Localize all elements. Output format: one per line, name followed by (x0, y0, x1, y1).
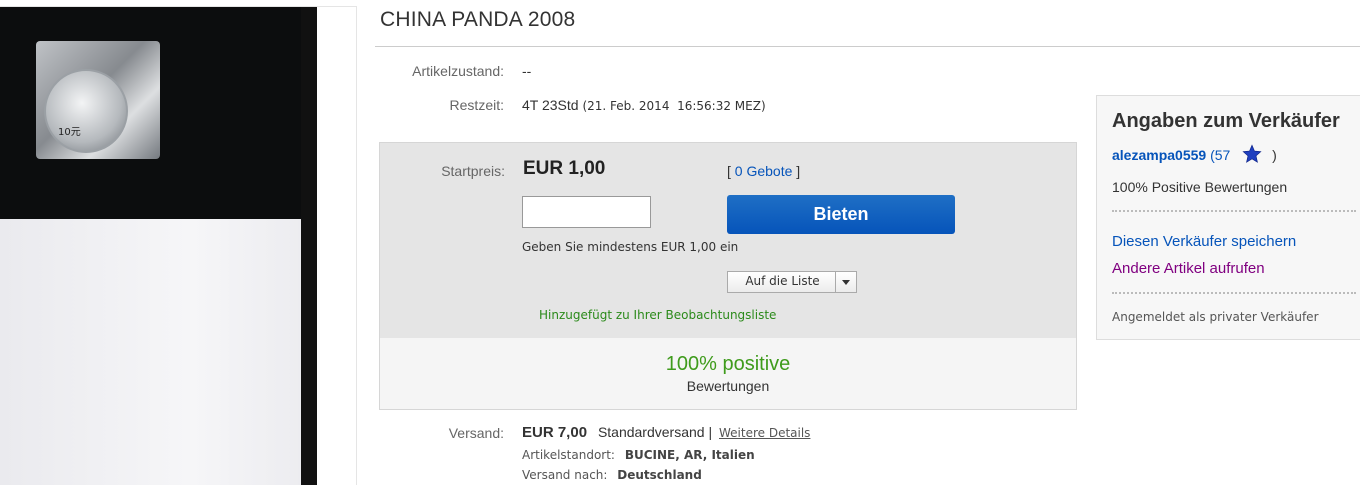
condition-label: Artikelzustand: (412, 63, 504, 79)
location-label: Artikelstandort: (522, 448, 615, 462)
star-icon (1242, 144, 1262, 163)
start-price-label: Startpreis: (441, 163, 505, 179)
shipping-price: EUR 7,00 (522, 424, 588, 441)
bid-count-link[interactable]: 0 Gebote (735, 163, 793, 179)
shipping-method: Standardversand (597, 424, 705, 440)
location-value: BUCINE, AR, Italien (624, 448, 755, 462)
start-price: EUR 1,00 (523, 158, 606, 179)
ships-to-value: Deutschland (617, 468, 702, 482)
coin-marking: 10元 (58, 127, 81, 138)
product-image[interactable]: 10元 (0, 7, 317, 485)
place-bid-button[interactable]: Bieten (727, 195, 955, 234)
seller-feedback-score[interactable]: (57 (1210, 147, 1230, 163)
bid-box: Startpreis: EUR 1,00 [ 0 Gebote ] Bieten… (379, 142, 1077, 410)
chevron-down-icon[interactable] (835, 272, 856, 292)
seller-username-link[interactable]: alezampa0559 (1112, 147, 1206, 163)
feedback-summary: 100% positive Bewertungen (380, 338, 1076, 409)
bid-count-close: ] (796, 163, 801, 179)
time-left: 4T 23Std (21. Feb. 2014 16:56:32 MEZ) (522, 97, 766, 113)
seller-info-panel: Angaben zum Verkäufer alezampa0559 (57 )… (1096, 95, 1360, 340)
condition-value: -- (522, 63, 532, 79)
bid-count-open: [ (727, 163, 731, 179)
shipping-row: EUR 7,00 Standardversand | Weitere Detai… (522, 424, 810, 441)
ships-to-label: Versand nach: (522, 468, 608, 482)
panda-coin (44, 69, 128, 153)
ships-to: Versand nach: Deutschland (522, 468, 702, 482)
bid-count: [ 0 Gebote ] (727, 163, 800, 179)
add-to-watchlist-button[interactable]: Auf die Liste (727, 271, 857, 293)
item-title: CHINA PANDA 2008 (380, 8, 576, 31)
divider (1112, 210, 1356, 212)
product-image-frame: 10元 (0, 6, 357, 485)
title-divider (375, 46, 1360, 47)
shipping-separator: | (708, 424, 713, 440)
item-location: Artikelstandort: BUCINE, AR, Italien (522, 448, 755, 462)
time-left-value: 4T 23Std (522, 97, 579, 113)
bid-area: Startpreis: EUR 1,00 [ 0 Gebote ] Bieten… (380, 143, 1076, 338)
seller-identity: alezampa0559 (57 ) (1112, 144, 1277, 164)
photo-paper-area (0, 219, 317, 485)
shipping-details-link[interactable]: Weitere Details (719, 426, 810, 440)
seller-score-close: ) (1272, 147, 1277, 163)
photo-edge (301, 7, 317, 485)
seller-positive: 100% Positive Bewertungen (1112, 179, 1288, 195)
save-seller-link[interactable]: Diesen Verkäufer speichern (1112, 233, 1296, 250)
end-time: (21. Feb. 2014 16:56:32 MEZ) (582, 99, 766, 113)
positive-feedback-percent: 100% positive (665, 353, 791, 375)
bid-amount-input[interactable] (522, 196, 651, 228)
positive-feedback-label: Bewertungen (686, 378, 770, 394)
seller-heading: Angaben zum Verkäufer (1112, 110, 1340, 132)
divider (1112, 292, 1356, 294)
seller-other-items-link[interactable]: Andere Artikel aufrufen (1112, 260, 1265, 277)
min-bid-hint: Geben Sie mindestens EUR 1,00 ein (522, 240, 739, 254)
time-left-label: Restzeit: (449, 97, 504, 113)
watchlist-label: Auf die Liste (745, 274, 820, 288)
shipping-label: Versand: (448, 425, 504, 441)
seller-account-type: Angemeldet als privater Verkäufer (1112, 310, 1319, 324)
watchlist-added-message: Hinzugefügt zu Ihrer Beobachtungsliste (539, 308, 777, 322)
